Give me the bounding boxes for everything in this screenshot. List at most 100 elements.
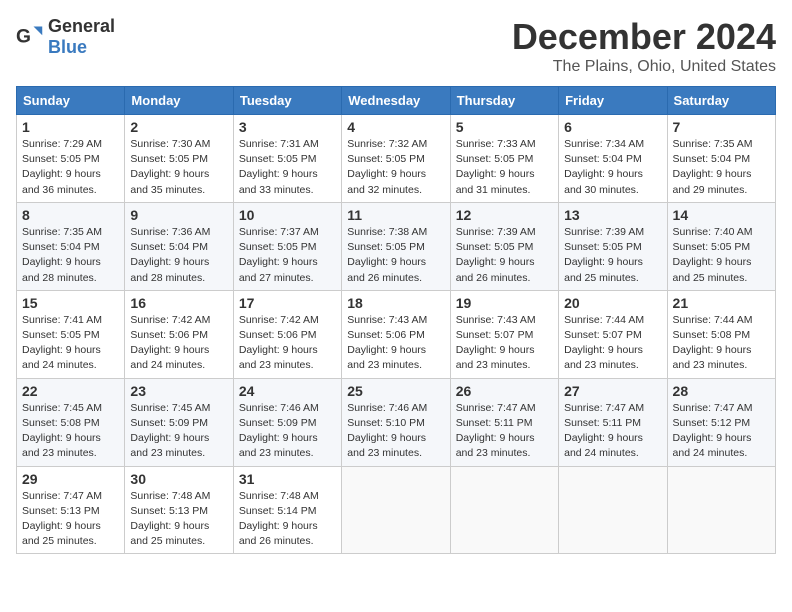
table-row	[450, 466, 558, 554]
table-row: 15 Sunrise: 7:41 AMSunset: 5:05 PMDaylig…	[17, 290, 125, 378]
day-info: Sunrise: 7:42 AMSunset: 5:06 PMDaylight:…	[239, 314, 319, 372]
day-number: 18	[347, 295, 444, 311]
calendar-header-row: Sunday Monday Tuesday Wednesday Thursday…	[17, 87, 776, 115]
day-number: 6	[564, 119, 661, 135]
day-number: 14	[673, 207, 770, 223]
table-row: 10 Sunrise: 7:37 AMSunset: 5:05 PMDaylig…	[233, 202, 341, 290]
day-info: Sunrise: 7:39 AMSunset: 5:05 PMDaylight:…	[456, 226, 536, 284]
logo: G General Blue	[16, 16, 115, 58]
day-number: 31	[239, 471, 336, 487]
table-row: 3 Sunrise: 7:31 AMSunset: 5:05 PMDayligh…	[233, 115, 341, 203]
day-info: Sunrise: 7:47 AMSunset: 5:11 PMDaylight:…	[564, 402, 644, 460]
table-row: 4 Sunrise: 7:32 AMSunset: 5:05 PMDayligh…	[342, 115, 450, 203]
day-number: 13	[564, 207, 661, 223]
table-row: 8 Sunrise: 7:35 AMSunset: 5:04 PMDayligh…	[17, 202, 125, 290]
logo-blue: Blue	[48, 37, 87, 57]
day-info: Sunrise: 7:36 AMSunset: 5:04 PMDaylight:…	[130, 226, 210, 284]
col-tuesday: Tuesday	[233, 87, 341, 115]
table-row: 11 Sunrise: 7:38 AMSunset: 5:05 PMDaylig…	[342, 202, 450, 290]
day-info: Sunrise: 7:43 AMSunset: 5:06 PMDaylight:…	[347, 314, 427, 372]
table-row: 23 Sunrise: 7:45 AMSunset: 5:09 PMDaylig…	[125, 378, 233, 466]
title-section: December 2024 The Plains, Ohio, United S…	[512, 16, 776, 76]
table-row: 26 Sunrise: 7:47 AMSunset: 5:11 PMDaylig…	[450, 378, 558, 466]
day-info: Sunrise: 7:34 AMSunset: 5:04 PMDaylight:…	[564, 138, 644, 196]
day-info: Sunrise: 7:33 AMSunset: 5:05 PMDaylight:…	[456, 138, 536, 196]
day-info: Sunrise: 7:48 AMSunset: 5:14 PMDaylight:…	[239, 490, 319, 548]
calendar-table: Sunday Monday Tuesday Wednesday Thursday…	[16, 86, 776, 554]
table-row: 2 Sunrise: 7:30 AMSunset: 5:05 PMDayligh…	[125, 115, 233, 203]
day-info: Sunrise: 7:39 AMSunset: 5:05 PMDaylight:…	[564, 226, 644, 284]
day-info: Sunrise: 7:41 AMSunset: 5:05 PMDaylight:…	[22, 314, 102, 372]
day-number: 19	[456, 295, 553, 311]
table-row: 1 Sunrise: 7:29 AMSunset: 5:05 PMDayligh…	[17, 115, 125, 203]
table-row: 18 Sunrise: 7:43 AMSunset: 5:06 PMDaylig…	[342, 290, 450, 378]
table-row: 24 Sunrise: 7:46 AMSunset: 5:09 PMDaylig…	[233, 378, 341, 466]
day-info: Sunrise: 7:30 AMSunset: 5:05 PMDaylight:…	[130, 138, 210, 196]
table-row: 30 Sunrise: 7:48 AMSunset: 5:13 PMDaylig…	[125, 466, 233, 554]
day-number: 15	[22, 295, 119, 311]
day-number: 26	[456, 383, 553, 399]
day-number: 12	[456, 207, 553, 223]
table-row: 12 Sunrise: 7:39 AMSunset: 5:05 PMDaylig…	[450, 202, 558, 290]
table-row: 6 Sunrise: 7:34 AMSunset: 5:04 PMDayligh…	[559, 115, 667, 203]
day-number: 3	[239, 119, 336, 135]
day-info: Sunrise: 7:29 AMSunset: 5:05 PMDaylight:…	[22, 138, 102, 196]
day-number: 24	[239, 383, 336, 399]
day-number: 11	[347, 207, 444, 223]
day-info: Sunrise: 7:37 AMSunset: 5:05 PMDaylight:…	[239, 226, 319, 284]
day-number: 17	[239, 295, 336, 311]
day-number: 8	[22, 207, 119, 223]
table-row: 17 Sunrise: 7:42 AMSunset: 5:06 PMDaylig…	[233, 290, 341, 378]
col-saturday: Saturday	[667, 87, 775, 115]
day-info: Sunrise: 7:45 AMSunset: 5:09 PMDaylight:…	[130, 402, 210, 460]
month-year-title: December 2024	[512, 16, 776, 58]
day-info: Sunrise: 7:44 AMSunset: 5:07 PMDaylight:…	[564, 314, 644, 372]
col-sunday: Sunday	[17, 87, 125, 115]
day-info: Sunrise: 7:42 AMSunset: 5:06 PMDaylight:…	[130, 314, 210, 372]
day-number: 20	[564, 295, 661, 311]
day-info: Sunrise: 7:35 AMSunset: 5:04 PMDaylight:…	[673, 138, 753, 196]
table-row: 22 Sunrise: 7:45 AMSunset: 5:08 PMDaylig…	[17, 378, 125, 466]
table-row: 28 Sunrise: 7:47 AMSunset: 5:12 PMDaylig…	[667, 378, 775, 466]
table-row: 31 Sunrise: 7:48 AMSunset: 5:14 PMDaylig…	[233, 466, 341, 554]
day-info: Sunrise: 7:48 AMSunset: 5:13 PMDaylight:…	[130, 490, 210, 548]
table-row: 13 Sunrise: 7:39 AMSunset: 5:05 PMDaylig…	[559, 202, 667, 290]
day-number: 10	[239, 207, 336, 223]
location-subtitle: The Plains, Ohio, United States	[512, 58, 776, 76]
svg-text:G: G	[16, 26, 31, 47]
day-number: 9	[130, 207, 227, 223]
logo-icon: G	[16, 23, 44, 51]
day-number: 4	[347, 119, 444, 135]
day-info: Sunrise: 7:46 AMSunset: 5:10 PMDaylight:…	[347, 402, 427, 460]
day-number: 23	[130, 383, 227, 399]
day-info: Sunrise: 7:46 AMSunset: 5:09 PMDaylight:…	[239, 402, 319, 460]
day-info: Sunrise: 7:40 AMSunset: 5:05 PMDaylight:…	[673, 226, 753, 284]
day-number: 5	[456, 119, 553, 135]
table-row: 21 Sunrise: 7:44 AMSunset: 5:08 PMDaylig…	[667, 290, 775, 378]
day-info: Sunrise: 7:44 AMSunset: 5:08 PMDaylight:…	[673, 314, 753, 372]
logo-general: General	[48, 16, 115, 36]
day-info: Sunrise: 7:45 AMSunset: 5:08 PMDaylight:…	[22, 402, 102, 460]
day-number: 30	[130, 471, 227, 487]
table-row: 9 Sunrise: 7:36 AMSunset: 5:04 PMDayligh…	[125, 202, 233, 290]
table-row: 7 Sunrise: 7:35 AMSunset: 5:04 PMDayligh…	[667, 115, 775, 203]
day-info: Sunrise: 7:47 AMSunset: 5:13 PMDaylight:…	[22, 490, 102, 548]
day-info: Sunrise: 7:38 AMSunset: 5:05 PMDaylight:…	[347, 226, 427, 284]
day-number: 28	[673, 383, 770, 399]
day-number: 21	[673, 295, 770, 311]
table-row: 27 Sunrise: 7:47 AMSunset: 5:11 PMDaylig…	[559, 378, 667, 466]
day-info: Sunrise: 7:35 AMSunset: 5:04 PMDaylight:…	[22, 226, 102, 284]
col-thursday: Thursday	[450, 87, 558, 115]
day-info: Sunrise: 7:32 AMSunset: 5:05 PMDaylight:…	[347, 138, 427, 196]
day-number: 2	[130, 119, 227, 135]
col-wednesday: Wednesday	[342, 87, 450, 115]
day-number: 16	[130, 295, 227, 311]
table-row	[342, 466, 450, 554]
day-number: 22	[22, 383, 119, 399]
col-monday: Monday	[125, 87, 233, 115]
table-row	[667, 466, 775, 554]
table-row: 14 Sunrise: 7:40 AMSunset: 5:05 PMDaylig…	[667, 202, 775, 290]
day-number: 27	[564, 383, 661, 399]
table-row: 29 Sunrise: 7:47 AMSunset: 5:13 PMDaylig…	[17, 466, 125, 554]
table-row: 16 Sunrise: 7:42 AMSunset: 5:06 PMDaylig…	[125, 290, 233, 378]
